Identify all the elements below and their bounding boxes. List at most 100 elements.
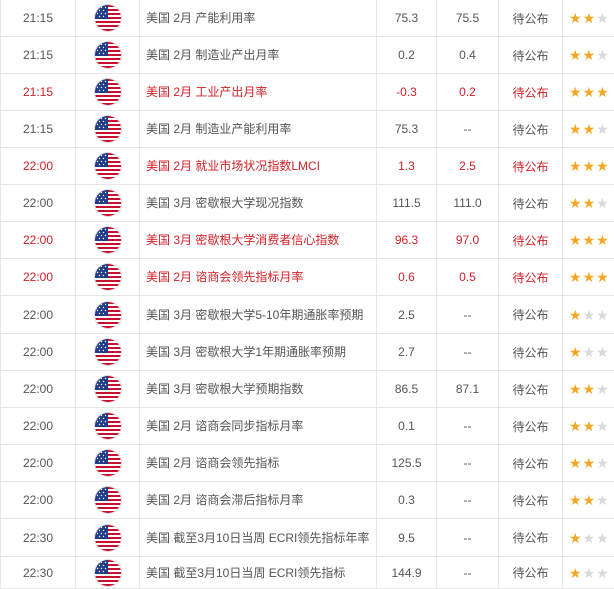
previous-value: 2.5 <box>377 296 437 333</box>
event-time: 22:00 <box>0 259 76 295</box>
actual-value: 待公布 <box>499 74 563 110</box>
event-title[interactable]: 美国 2月 谘商会同步指标月率 <box>140 408 377 444</box>
event-title[interactable]: 美国 2月 工业产出月率 <box>140 74 377 110</box>
previous-value: 0.1 <box>377 408 437 444</box>
star-icon: ★ <box>569 381 583 397</box>
star-icon: ★ <box>582 344 597 360</box>
country-flag-cell <box>76 0 140 36</box>
country-flag-cell <box>76 222 140 258</box>
importance-stars: ★ ★ ★ <box>563 74 614 110</box>
table-row[interactable]: 22:00 <box>0 371 614 408</box>
star-icon: ★ <box>582 306 597 323</box>
star-icon: ★ <box>582 158 597 174</box>
actual-value: 待公布 <box>499 557 563 588</box>
event-title[interactable]: 美国 2月 制造业产能利用率 <box>140 111 377 147</box>
us-flag-icon <box>94 5 121 31</box>
table-row[interactable]: 22:00 <box>0 445 614 482</box>
actual-value: 待公布 <box>499 259 563 295</box>
star-icon: ★ <box>569 121 583 137</box>
table-row[interactable]: 21:15 <box>0 111 614 148</box>
event-time: 22:00 <box>0 334 76 370</box>
event-title[interactable]: 美国 2月 谘商会滞后指标月率 <box>140 482 377 518</box>
star-icon: ★ <box>582 10 597 26</box>
star-icon: ★ <box>569 418 583 434</box>
importance-stars: ★ ★ ★ <box>563 482 614 518</box>
forecast-value: 2.5 <box>437 148 499 184</box>
table-row[interactable]: 22:00 <box>0 296 614 334</box>
table-row[interactable]: 22:00 <box>0 334 614 371</box>
importance-stars: ★ ★ ★ <box>563 222 614 258</box>
previous-value: -0.3 <box>377 74 437 110</box>
actual-value: 待公布 <box>499 37 563 73</box>
table-row[interactable]: 22:00 <box>0 482 614 519</box>
table-row[interactable]: 22:00 <box>0 148 614 185</box>
actual-value: 待公布 <box>499 408 563 444</box>
country-flag-cell <box>76 111 140 147</box>
country-flag-cell <box>76 445 140 481</box>
previous-value: 1.3 <box>377 148 437 184</box>
event-time: 21:15 <box>0 74 76 110</box>
us-flag-icon <box>94 227 121 253</box>
forecast-value: -- <box>437 296 499 333</box>
star-icon: ★ <box>582 418 597 434</box>
star-icon: ★ <box>582 529 597 546</box>
table-row[interactable]: 21:15 <box>0 74 614 111</box>
importance-stars: ★ ★ ★ <box>563 334 614 370</box>
importance-stars: ★ ★ ★ <box>563 557 614 588</box>
actual-value: 待公布 <box>499 519 563 556</box>
event-time: 22:00 <box>0 148 76 184</box>
star-icon: ★ <box>596 158 610 174</box>
importance-stars: ★ ★ ★ <box>563 408 614 444</box>
star-icon: ★ <box>569 564 583 581</box>
event-title[interactable]: 美国 截至3月10日当周 ECRI领先指标 <box>140 557 377 588</box>
table-row[interactable]: 22:00 <box>0 408 614 445</box>
previous-value: 111.5 <box>377 185 437 221</box>
event-time: 22:00 <box>0 371 76 407</box>
country-flag-cell <box>76 259 140 295</box>
forecast-value: 0.4 <box>437 37 499 73</box>
table-row[interactable]: 22:00 <box>0 222 614 259</box>
previous-value: 2.7 <box>377 334 437 370</box>
importance-stars: ★ ★ ★ <box>563 296 614 333</box>
country-flag-cell <box>76 408 140 444</box>
star-icon: ★ <box>596 84 610 100</box>
event-title[interactable]: 美国 3月 密歇根大学5-10年期通胀率预期 <box>140 296 377 333</box>
table-row[interactable]: 22:30 <box>0 519 614 557</box>
event-title[interactable]: 美国 2月 制造业产出月率 <box>140 37 377 73</box>
event-title[interactable]: 美国 3月 密歇根大学消费者信心指数 <box>140 222 377 258</box>
star-icon: ★ <box>596 121 610 137</box>
star-icon: ★ <box>582 455 597 471</box>
event-time: 21:15 <box>0 37 76 73</box>
event-time: 22:00 <box>0 185 76 221</box>
us-flag-icon <box>94 301 121 328</box>
event-title[interactable]: 美国 2月 产能利用率 <box>140 0 377 36</box>
event-title[interactable]: 美国 3月 密歇根大学预期指数 <box>140 371 377 407</box>
importance-stars: ★ ★ ★ <box>563 0 614 36</box>
event-title[interactable]: 美国 2月 谘商会领先指标月率 <box>140 259 377 295</box>
actual-value: 待公布 <box>499 445 563 481</box>
us-flag-icon <box>94 487 121 513</box>
event-title[interactable]: 美国 3月 密歇根大学1年期通胀率预期 <box>140 334 377 370</box>
forecast-value: -- <box>437 519 499 556</box>
event-title[interactable]: 美国 3月 密歇根大学现况指数 <box>140 185 377 221</box>
actual-value: 待公布 <box>499 111 563 147</box>
event-time: 22:00 <box>0 408 76 444</box>
country-flag-cell <box>76 37 140 73</box>
table-row[interactable]: 22:00 <box>0 259 614 296</box>
forecast-value: 0.5 <box>437 259 499 295</box>
country-flag-cell <box>76 148 140 184</box>
event-title[interactable]: 美国 2月 就业市场状况指数LMCI <box>140 148 377 184</box>
forecast-value: -- <box>437 408 499 444</box>
table-row[interactable]: 22:00 <box>0 185 614 222</box>
star-icon: ★ <box>569 10 583 26</box>
us-flag-icon <box>94 413 121 439</box>
star-icon: ★ <box>582 232 597 248</box>
table-row[interactable]: 21:15 <box>0 37 614 74</box>
table-row[interactable]: 22:30 <box>0 557 614 589</box>
star-icon: ★ <box>569 158 583 174</box>
event-title[interactable]: 美国 截至3月10日当周 ECRI领先指标年率 <box>140 519 377 556</box>
table-row[interactable]: 21:15 <box>0 0 614 37</box>
importance-stars: ★ ★ ★ <box>563 185 614 221</box>
event-title[interactable]: 美国 2月 谘商会领先指标 <box>140 445 377 481</box>
forecast-value: 97.0 <box>437 222 499 258</box>
